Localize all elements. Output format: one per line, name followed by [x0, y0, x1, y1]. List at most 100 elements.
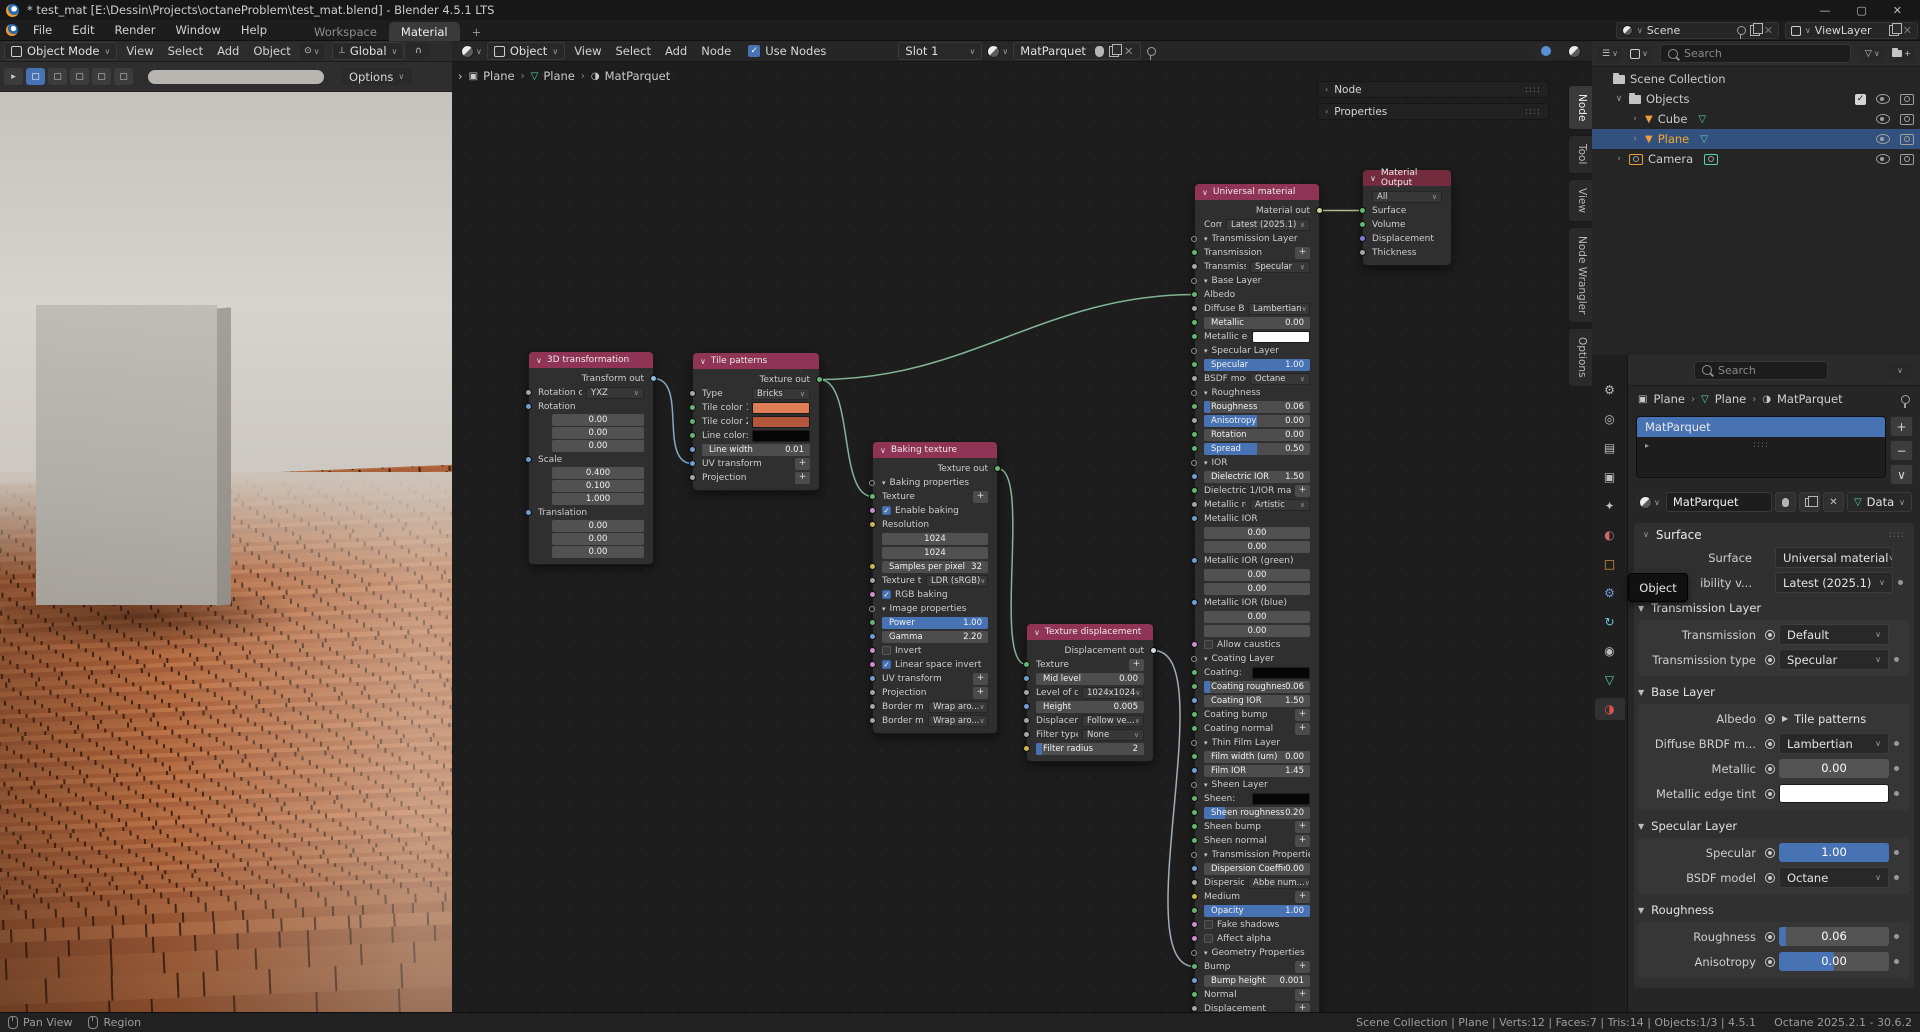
side-tab-view[interactable]: View [1568, 178, 1592, 222]
node-graph[interactable]: ∨ 3D transformation Transform out Rotation … [452, 62, 1592, 1012]
disable-render-icon[interactable] [1900, 133, 1914, 145]
display-mode-dropdown[interactable]: ☰ ∨ [1598, 45, 1622, 62]
collapse-icon[interactable]: ∨ [1370, 174, 1376, 183]
node-socket[interactable] [816, 376, 823, 383]
node-socket[interactable] [1191, 949, 1197, 956]
disable-render-icon[interactable] [1900, 113, 1914, 125]
value-field[interactable]: 0.00 [1204, 582, 1310, 595]
node-link-target-icon[interactable] [1763, 713, 1776, 724]
workspace-tab-+[interactable]: + [460, 22, 494, 41]
color-swatch[interactable] [1779, 784, 1889, 803]
vector-field[interactable]: 0.00 [552, 546, 644, 558]
checkbox[interactable]: ✓ [882, 506, 891, 515]
property-widget[interactable]: Specular ∨ [1779, 649, 1889, 670]
node-socket[interactable] [1191, 879, 1198, 886]
minimize-button[interactable]: — [1819, 4, 1830, 17]
param-dropdown[interactable]: Artistic ∨ [1250, 498, 1310, 511]
checkbox[interactable]: ✓ [882, 590, 891, 599]
use-nodes-toggle[interactable]: ✓ Use Nodes [748, 44, 826, 58]
panel-grip[interactable]: :::: [1525, 85, 1541, 95]
property-widget[interactable]: Universal material∨ [1775, 547, 1893, 568]
node-socket[interactable] [1191, 305, 1198, 312]
param-slider[interactable]: Coating IOR 1.50 [1204, 694, 1310, 707]
delete-viewlayer-icon[interactable]: ✕ [1903, 24, 1912, 37]
keyframe-dot[interactable] [1898, 580, 1903, 585]
node-socket[interactable] [650, 375, 657, 382]
copy-material-button[interactable] [1798, 492, 1820, 512]
param-dropdown[interactable]: Wrap aro... ∨ [928, 714, 988, 727]
node-socket[interactable] [1023, 731, 1030, 738]
hide-viewport-icon[interactable] [1876, 114, 1890, 124]
properties-tab-object-data[interactable]: ▽ [1595, 669, 1625, 691]
outliner-search-input[interactable]: Search [1660, 44, 1852, 63]
vector-field[interactable]: 1.000 [552, 493, 644, 505]
node-socket[interactable] [1191, 557, 1198, 564]
node-header[interactable]: ∨ Material Output [1363, 168, 1451, 188]
node-tile-patterns[interactable]: ∨ Tile patterns Texture out Type Bricks ∨ Tile… [689, 352, 823, 491]
properties-tab-constraints[interactable]: ◉ [1595, 640, 1625, 662]
section-arrow[interactable]: ▾ [1204, 851, 1208, 859]
param-dropdown[interactable]: All ∨ [1372, 190, 1442, 203]
node-link[interactable] [819, 293, 1195, 381]
expander-icon[interactable]: › [1614, 154, 1624, 164]
node-socket[interactable] [1023, 717, 1030, 724]
data-link-dropdown[interactable]: ▽ Data ∨ [1846, 492, 1912, 512]
node-socket[interactable] [869, 689, 876, 696]
viewlayer-selector[interactable]: ∨ ViewLayer ✕ [1784, 22, 1918, 39]
node-socket[interactable] [1191, 697, 1198, 704]
subpanel-header-roughness[interactable]: ▼ Roughness [1638, 900, 1910, 920]
keyframe-dot[interactable] [1894, 850, 1899, 855]
mode-dropdown[interactable]: Object Mode ∨ [4, 42, 118, 60]
properties-tab-physics[interactable]: ↻ [1595, 611, 1625, 633]
outliner-row-camera[interactable]: › Camera [1592, 149, 1920, 169]
side-tab-node-wrangler[interactable]: Node Wrangler [1568, 226, 1592, 324]
add-input-button[interactable]: + [1295, 1002, 1310, 1012]
node-socket[interactable] [689, 432, 696, 439]
node-socket[interactable] [1191, 935, 1198, 942]
node-3d-transformation[interactable]: ∨ 3D transformation Transform out Rotation … [525, 351, 657, 565]
node-socket[interactable] [1191, 865, 1198, 872]
material-browse-icon[interactable]: ∨ [984, 43, 1012, 59]
param-dropdown[interactable]: 1024x1024 ∨ [1082, 686, 1144, 699]
vector-field[interactable]: 0.00 [552, 440, 644, 452]
node-socket[interactable] [1191, 683, 1198, 690]
filter-dropdown[interactable]: ▽ ∨ [1860, 45, 1885, 62]
param-dropdown[interactable]: LDR (sRGB) ∨ [926, 574, 988, 587]
param-slider[interactable]: Bump height 0.001 [1204, 974, 1310, 987]
node-universal-material[interactable]: ∨ Universal material Material out Comp... La… [1191, 183, 1323, 1012]
node-socket[interactable] [1023, 675, 1030, 682]
node-socket[interactable] [1191, 655, 1197, 662]
viewport-menu-add[interactable]: Add [210, 43, 246, 59]
node-socket[interactable] [1191, 851, 1197, 858]
collapsed-panel-node[interactable]: › Node:::: [1317, 81, 1549, 98]
collapse-icon[interactable]: ∨ [536, 356, 542, 365]
node-socket[interactable] [1023, 745, 1030, 752]
node-socket[interactable] [1191, 249, 1198, 256]
breadcrumb-item[interactable]: ◑ MatParquet [591, 69, 670, 83]
properties-tab-tool[interactable]: ⚙ [1595, 379, 1625, 401]
color-swatch[interactable] [1252, 330, 1310, 343]
node-link[interactable] [1153, 649, 1195, 968]
node-socket[interactable] [1191, 263, 1198, 270]
property-dropdown[interactable]: Latest (2025.1) ∨ [1775, 572, 1893, 593]
subpanel-header-base-layer[interactable]: ▼ Base Layer [1638, 682, 1910, 702]
node-socket[interactable] [1191, 291, 1198, 298]
maximize-button[interactable]: ▢ [1856, 4, 1866, 17]
remove-slot-button[interactable]: − [1890, 440, 1913, 461]
property-dropdown[interactable]: Default ∨ [1779, 624, 1889, 645]
node-socket[interactable] [689, 460, 696, 467]
param-dropdown[interactable]: Wrap aro... ∨ [928, 700, 988, 713]
node-socket[interactable] [1191, 977, 1198, 984]
node-link-target-icon[interactable] [1763, 788, 1776, 799]
node-socket[interactable] [1191, 599, 1198, 606]
breadcrumb-item[interactable]: Plane [1715, 392, 1747, 406]
param-slider[interactable]: Dispersion Coeffici...0.00 [1204, 862, 1310, 875]
param-slider[interactable]: Anisotropy 0.00 [1204, 414, 1310, 427]
add-input-button[interactable]: + [1295, 820, 1310, 833]
node-menu-add[interactable]: Add [658, 43, 694, 59]
node-socket[interactable] [689, 390, 696, 397]
add-input-button[interactable]: + [1295, 708, 1310, 721]
disable-render-icon[interactable] [1900, 153, 1914, 165]
node-header[interactable]: ∨ Tile patterns [693, 353, 819, 369]
vector-field[interactable]: 0.00 [552, 520, 644, 532]
